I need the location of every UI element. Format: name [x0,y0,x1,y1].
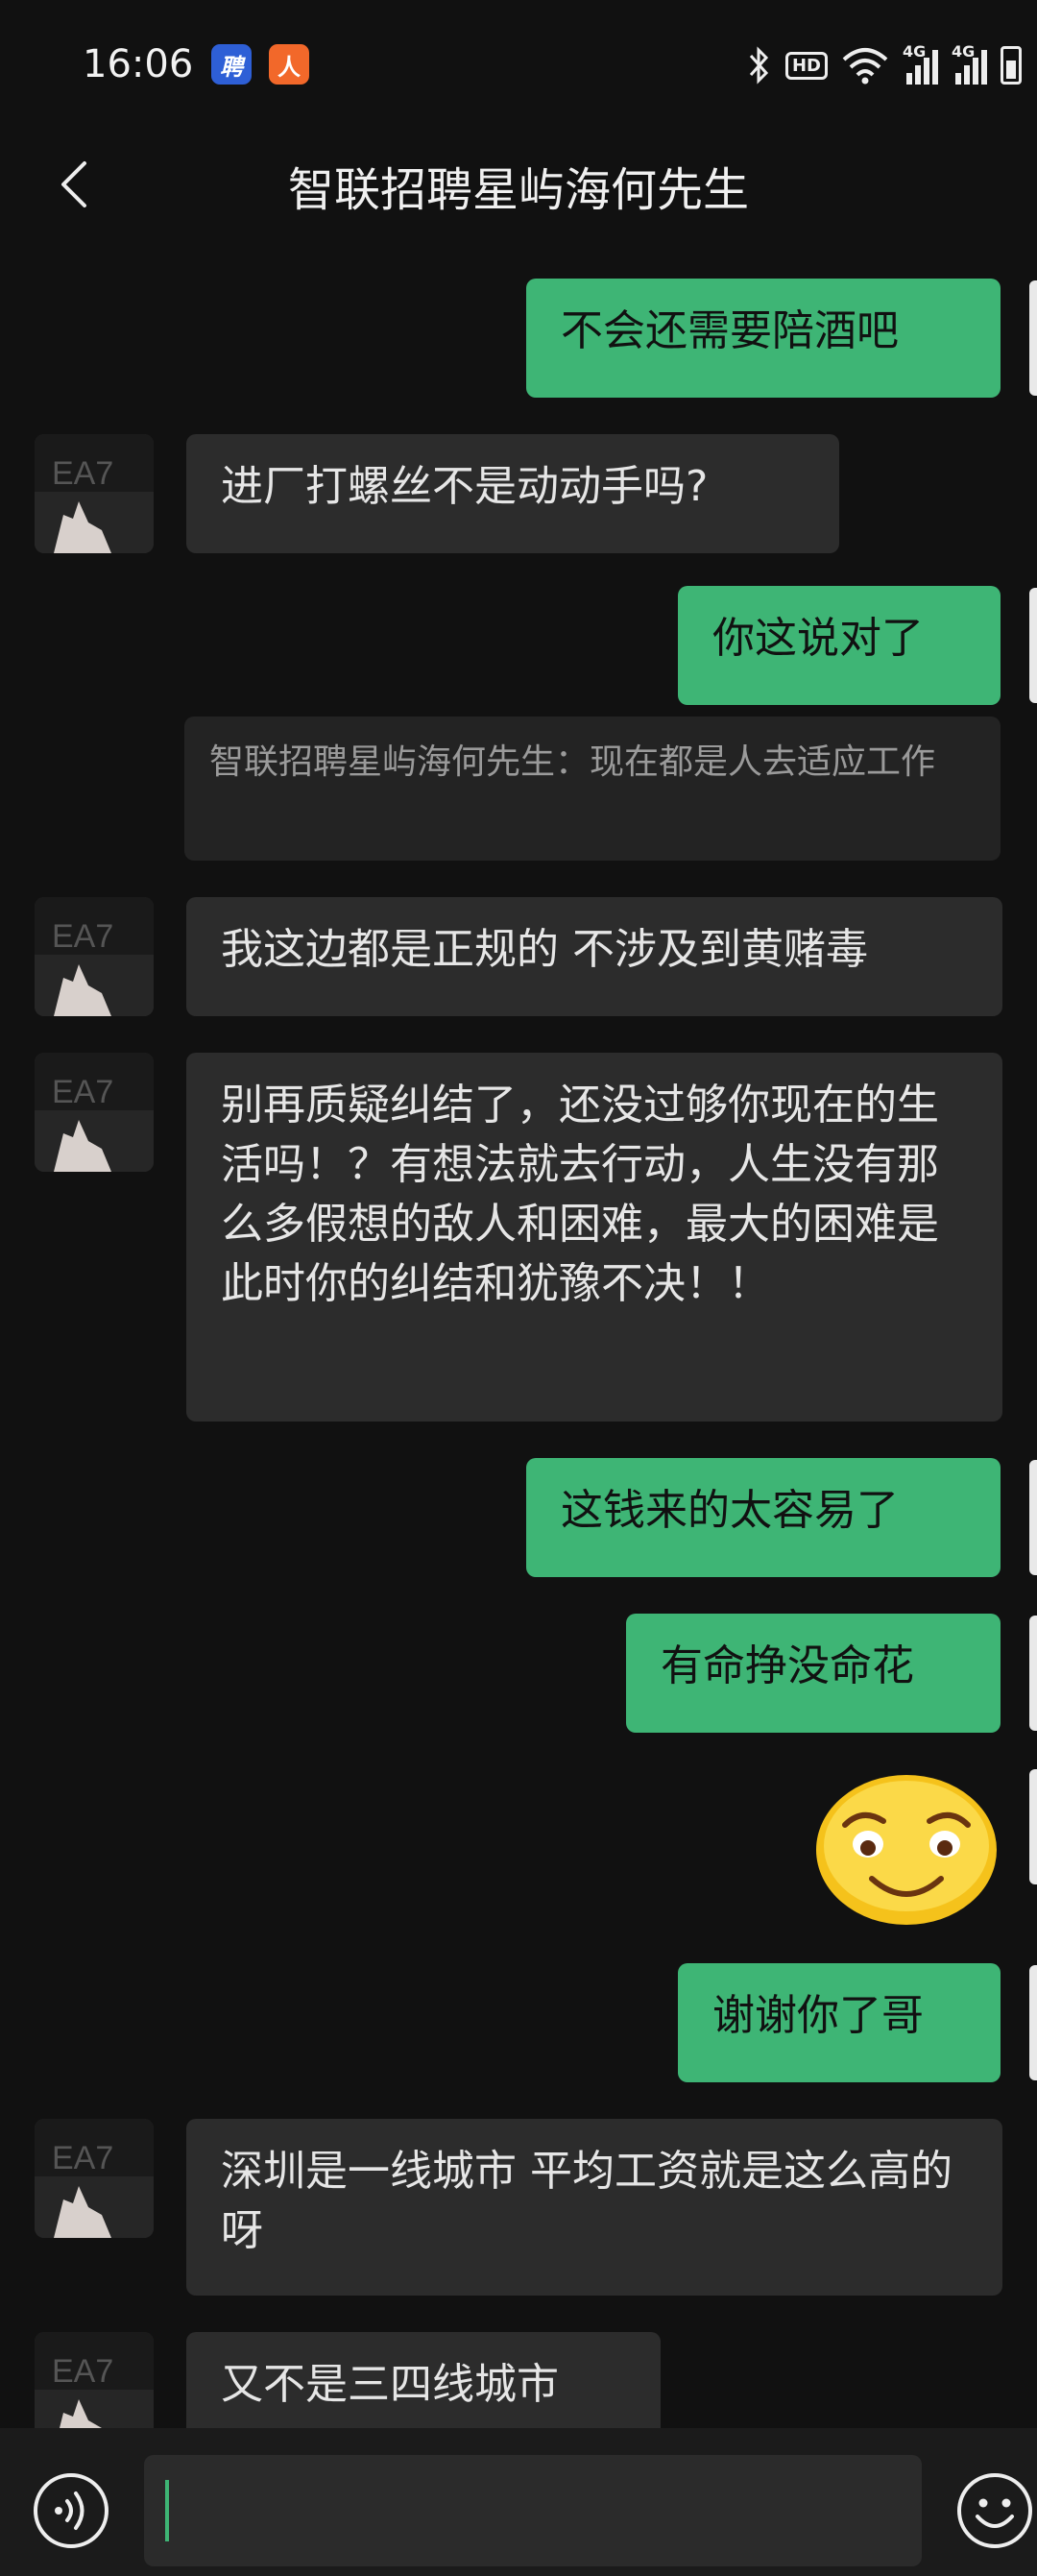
input-bar [0,2428,1037,2576]
voice-icon[interactable] [33,2472,109,2549]
avatar[interactable]: EA7 [35,1053,154,1172]
incoming-message[interactable]: 进厂打螺丝不是动动手吗? [186,434,839,553]
outgoing-message[interactable]: 你这说对了 [678,586,1001,705]
svg-text:EA7: EA7 [52,455,113,492]
avatar[interactable]: EA7 [35,434,154,553]
text-cursor [165,2480,169,2541]
self-avatar-edge[interactable] [1029,280,1037,396]
avatar[interactable]: EA7 [35,2119,154,2238]
zhaopin-app-icon: 聘 [211,44,252,85]
outgoing-message[interactable]: 有命挣没命花 [626,1614,1001,1733]
wifi-icon [842,48,888,85]
signal-icon-1: 4G [903,42,938,85]
self-avatar-edge[interactable] [1029,1769,1037,1884]
self-avatar-edge[interactable] [1029,1460,1037,1575]
job-app-icon: 人 [269,44,309,85]
chat-title: 智联招聘星屿海何先生 [287,163,749,217]
self-avatar-edge[interactable] [1029,1965,1037,2080]
status-indicators: HD 4G 4G [747,42,1022,86]
signal-icon-2: 4G [952,42,987,85]
incoming-message[interactable]: 深圳是一线城市 平均工资就是这么高的呀 [186,2119,1002,2296]
bluetooth-icon [749,46,769,85]
chat-header: 智联招聘星屿海何先生 [0,134,1037,240]
hd-icon: HD [784,51,828,80]
outgoing-message[interactable]: 这钱来的太容易了 [526,1458,1001,1577]
status-time: 16:06 [83,42,194,86]
outgoing-message[interactable]: 谢谢你了哥 [678,1963,1001,2082]
incoming-message[interactable]: 别再质疑纠结了，还没过够你现在的生活吗！？有想法就去行动，人生没有那么多假想的敌… [186,1053,1002,1422]
smiley-sticker[interactable] [812,1765,1001,1929]
message-input[interactable] [144,2455,922,2566]
svg-text:EA7: EA7 [52,1074,113,1110]
incoming-message[interactable]: 我这边都是正规的 不涉及到黄赌毒 [186,897,1002,1016]
svg-text:EA7: EA7 [52,2353,113,2390]
emoji-icon[interactable] [956,2472,1033,2549]
status-bar: 16:06 聘 人 HD 4G 4G [0,0,1037,134]
svg-text:EA7: EA7 [52,2140,113,2176]
quoted-reply[interactable]: 智联招聘星屿海何先生：现在都是人去适应工作 [184,717,1001,861]
svg-text:EA7: EA7 [52,918,113,955]
battery-icon [1001,46,1022,85]
outgoing-message[interactable]: 不会还需要陪酒吧 [526,279,1001,398]
avatar[interactable]: EA7 [35,897,154,1016]
self-avatar-edge[interactable] [1029,1616,1037,1731]
self-avatar-edge[interactable] [1029,588,1037,703]
